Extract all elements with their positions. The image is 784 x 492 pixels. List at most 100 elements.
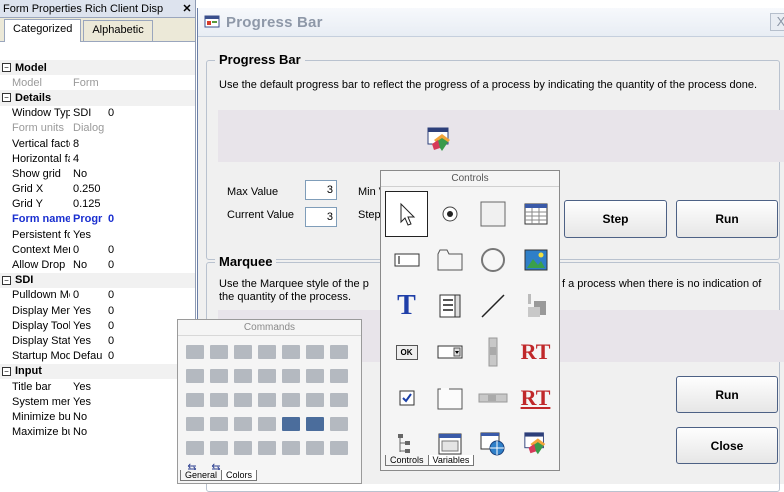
property-row[interactable]: Vertical factor8	[0, 136, 195, 151]
command-icon[interactable]	[304, 438, 326, 460]
command-icon[interactable]	[304, 342, 326, 364]
line-icon[interactable]	[471, 283, 514, 329]
command-icon[interactable]	[328, 438, 350, 460]
property-row[interactable]: Allow Drop No 0	[0, 257, 195, 272]
command-icon[interactable]	[280, 390, 302, 412]
checkbox-icon[interactable]	[385, 375, 428, 421]
command-icon[interactable]	[232, 414, 254, 436]
property-section[interactable]: − SDI	[0, 272, 195, 288]
property-row[interactable]: Horizontal facto4	[0, 151, 195, 166]
image-button-icon[interactable]	[514, 283, 557, 329]
property-row[interactable]: Maximize buttorNo	[0, 425, 195, 440]
horizontal-scrollbar-icon[interactable]	[471, 375, 514, 421]
property-row[interactable]: Model Form	[0, 75, 195, 90]
property-row[interactable]: Form name Progr 0	[0, 212, 195, 227]
property-row[interactable]: System menuYes	[0, 394, 195, 409]
property-row[interactable]: Grid X 0.250	[0, 182, 195, 197]
command-icon[interactable]	[328, 390, 350, 412]
command-icon[interactable]	[280, 342, 302, 364]
command-icon[interactable]	[328, 414, 350, 436]
progress-bar-icon[interactable]	[514, 421, 557, 467]
picture-icon[interactable]	[514, 237, 557, 283]
collapse-icon[interactable]: −	[2, 63, 11, 73]
table-icon[interactable]	[514, 191, 557, 237]
command-icon[interactable]	[184, 366, 206, 388]
tab-control-icon[interactable]	[428, 237, 471, 283]
property-row[interactable]: Grid Y 0.125	[0, 197, 195, 212]
command-icon[interactable]	[256, 390, 278, 412]
command-icon[interactable]	[328, 342, 350, 364]
property-row[interactable]: Display ToolbarYes 0	[0, 318, 195, 333]
command-icon[interactable]	[280, 438, 302, 460]
rich-text-icon[interactable]: RT	[514, 329, 557, 375]
command-icon[interactable]	[256, 438, 278, 460]
web-browser-icon[interactable]	[471, 421, 514, 467]
group-box-icon[interactable]	[428, 375, 471, 421]
command-icon[interactable]	[232, 366, 254, 388]
step-button[interactable]: Step	[564, 200, 667, 238]
command-icon[interactable]	[232, 390, 254, 412]
command-icon[interactable]	[208, 438, 230, 460]
property-row[interactable]: Display Status EYes 0	[0, 333, 195, 348]
edit-field-icon[interactable]	[385, 237, 428, 283]
collapse-icon[interactable]: −	[2, 93, 11, 103]
property-row[interactable]: Startup ModeDefau 0	[0, 349, 195, 364]
command-icon[interactable]	[208, 390, 230, 412]
tab-general[interactable]: General	[180, 470, 223, 481]
property-row[interactable]: Context Menu00	[0, 242, 195, 257]
property-row[interactable]: Title bar Yes	[0, 379, 195, 394]
property-row[interactable]: Minimize buttonNo	[0, 409, 195, 424]
command-icon[interactable]	[256, 366, 278, 388]
command-icon[interactable]	[256, 414, 278, 436]
command-icon[interactable]	[208, 342, 230, 364]
current-value-field[interactable]: 3	[305, 207, 337, 227]
command-icon[interactable]	[208, 414, 230, 436]
list-box-icon[interactable]	[428, 283, 471, 329]
command-icon[interactable]	[280, 366, 302, 388]
property-row[interactable]: Display MenuYes 0	[0, 303, 195, 318]
tab-categorized[interactable]: Categorized	[4, 19, 82, 42]
property-row[interactable]: Show grid No	[0, 166, 195, 181]
command-icon[interactable]	[184, 414, 206, 436]
collapse-icon[interactable]: −	[2, 275, 11, 285]
ok-button-icon[interactable]: OK	[385, 329, 428, 375]
close-icon[interactable]: ✕	[182, 2, 192, 15]
command-icon[interactable]	[184, 342, 206, 364]
command-icon[interactable]	[304, 390, 326, 412]
property-row[interactable]: Pulldown Menu00	[0, 288, 195, 303]
property-row[interactable]: Window TypeSDI 0	[0, 106, 195, 121]
static-box-icon[interactable]	[471, 191, 514, 237]
close-button[interactable]: Close	[676, 427, 778, 464]
rich-text-field-icon[interactable]: RT	[514, 375, 557, 421]
command-icon[interactable]	[304, 366, 326, 388]
command-icon[interactable]	[328, 366, 350, 388]
command-icon[interactable]	[256, 342, 278, 364]
command-icon[interactable]	[184, 438, 206, 460]
property-row[interactable]: Persistent form sYes	[0, 227, 195, 242]
command-icon[interactable]	[280, 414, 302, 436]
tab-controls[interactable]: Controls	[385, 455, 429, 466]
property-section[interactable]: − Input	[0, 363, 195, 379]
command-icon[interactable]	[232, 438, 254, 460]
tab-alphabetic[interactable]: Alphabetic	[83, 20, 153, 41]
window-close-button[interactable]: X	[770, 13, 784, 31]
tab-variables[interactable]: Variables	[427, 455, 475, 466]
pointer-icon[interactable]	[385, 191, 428, 237]
tab-colors[interactable]: Colors	[221, 470, 258, 481]
command-icon[interactable]	[184, 390, 206, 412]
command-icon[interactable]	[208, 366, 230, 388]
ellipse-icon[interactable]	[471, 237, 514, 283]
property-row[interactable]: Form units Dialog units	[0, 121, 195, 136]
collapse-icon[interactable]: −	[2, 366, 11, 376]
property-section[interactable]: − Details	[0, 90, 195, 106]
property-section[interactable]: − Model	[0, 60, 195, 76]
radio-button-icon[interactable]	[428, 191, 471, 237]
max-value-field[interactable]: 3	[305, 180, 337, 200]
vertical-scrollbar-icon[interactable]	[471, 329, 514, 375]
command-icon[interactable]	[232, 342, 254, 364]
text-label-icon[interactable]: T	[385, 283, 428, 329]
command-icon[interactable]	[304, 414, 326, 436]
marquee-run-button[interactable]: Run	[676, 376, 778, 413]
combo-box-icon[interactable]	[428, 329, 471, 375]
progress-run-button[interactable]: Run	[676, 200, 778, 238]
